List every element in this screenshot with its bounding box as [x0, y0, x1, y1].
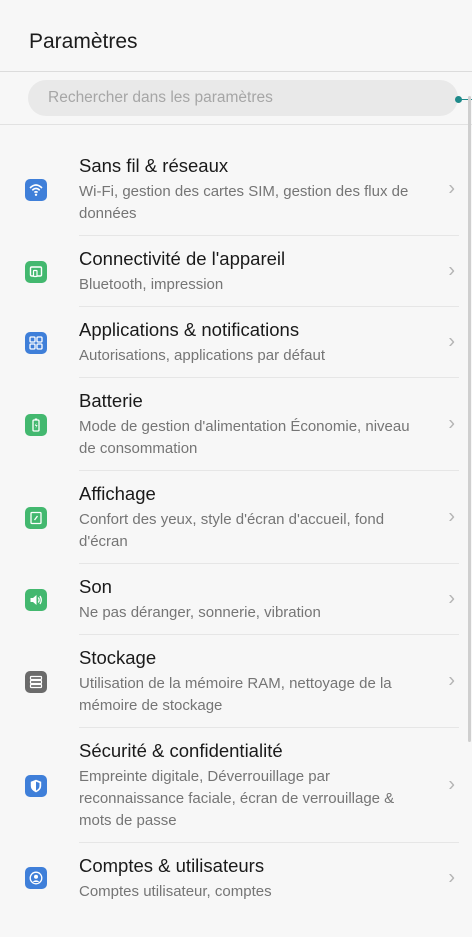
scrollbar[interactable] — [468, 96, 471, 742]
settings-item-accounts[interactable]: Comptes & utilisateurs Comptes utilisate… — [0, 843, 472, 913]
settings-item-wireless[interactable]: Sans fil & réseaux Wi-Fi, gestion des ca… — [0, 143, 472, 236]
item-title: Sans fil & réseaux — [79, 155, 229, 176]
item-subtitle: Utilisation de la mémoire RAM, nettoyage… — [79, 675, 392, 714]
account-icon — [25, 867, 47, 889]
chevron-right-icon: › — [448, 330, 455, 353]
item-subtitle: Mode de gestion d'alimentation Économie,… — [79, 418, 410, 457]
settings-item-battery[interactable]: Batterie Mode de gestion d'alimentation … — [0, 378, 472, 471]
chevron-right-icon: › — [448, 259, 455, 282]
chevron-right-icon: › — [448, 773, 455, 796]
item-title: Stockage — [79, 647, 157, 668]
settings-item-sound[interactable]: Son Ne pas déranger, sonnerie, vibration… — [0, 564, 472, 635]
storage-icon — [25, 670, 47, 693]
settings-item-device-connectivity[interactable]: Connectivité de l'appareil Bluetooth, im… — [0, 236, 472, 307]
item-subtitle: Comptes utilisateur, comptes — [79, 883, 272, 900]
settings-item-storage[interactable]: Stockage Utilisation de la mémoire RAM, … — [0, 635, 472, 728]
item-title: Connectivité de l'appareil — [79, 248, 286, 269]
chevron-right-icon: › — [448, 505, 455, 528]
search-input[interactable]: Rechercher dans les paramètres — [28, 80, 472, 116]
item-title: Sécurité & confidentialité — [79, 740, 283, 761]
item-title: Applications & notifications — [79, 319, 300, 340]
page-title: Paramètres — [0, 0, 472, 72]
chevron-right-icon: › — [448, 177, 455, 200]
settings-item-display[interactable]: Affichage Confort des yeux, style d'écra… — [0, 471, 472, 564]
search-bar-area: Rechercher dans les paramètres — [0, 72, 472, 125]
device-connectivity-icon — [25, 260, 47, 283]
chevron-right-icon: › — [448, 412, 455, 435]
item-title: Comptes & utilisateurs — [79, 855, 265, 876]
chevron-right-icon: › — [448, 866, 455, 889]
item-subtitle: Bluetooth, impression — [79, 276, 224, 293]
display-icon — [25, 506, 47, 529]
settings-item-security[interactable]: Sécurité & confidentialité Empreinte dig… — [0, 728, 472, 843]
item-title: Batterie — [79, 390, 143, 411]
settings-item-apps[interactable]: Applications & notifications Autorisatio… — [0, 307, 472, 378]
wifi-icon — [25, 178, 47, 201]
chevron-right-icon: › — [448, 669, 455, 692]
item-title: Son — [79, 576, 112, 597]
apps-grid-icon — [25, 331, 47, 354]
chevron-right-icon: › — [448, 587, 455, 610]
item-subtitle: Confort des yeux, style d'écran d'accuei… — [79, 511, 385, 550]
item-subtitle: Wi-Fi, gestion des cartes SIM, gestion d… — [79, 183, 409, 222]
search-placeholder: Rechercher dans les paramètres — [48, 89, 273, 106]
battery-icon — [25, 413, 47, 436]
item-subtitle: Empreinte digitale, Déverrouillage par r… — [79, 768, 395, 829]
item-title: Affichage — [79, 483, 156, 504]
speaker-icon — [25, 588, 47, 611]
item-subtitle: Ne pas déranger, sonnerie, vibration — [79, 604, 321, 621]
settings-list: Sans fil & réseaux Wi-Fi, gestion des ca… — [0, 143, 472, 913]
shield-icon — [25, 774, 47, 797]
item-subtitle: Autorisations, applications par défaut — [79, 347, 325, 364]
